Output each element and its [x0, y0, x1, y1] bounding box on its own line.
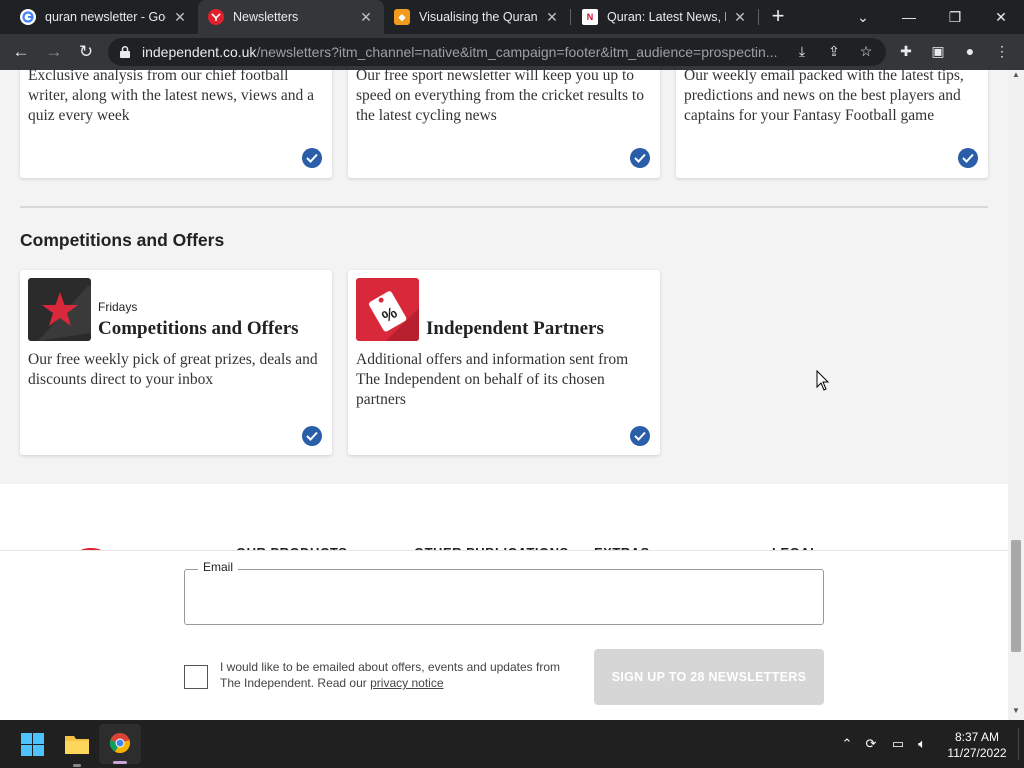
scroll-up-icon[interactable]: ▲	[1008, 70, 1024, 84]
card-title: Competitions and Offers	[98, 318, 299, 339]
tab-newsletters[interactable]: Newsletters ✕	[198, 0, 384, 34]
sign-up-button[interactable]: SIGN UP TO 28 NEWSLETTERS	[594, 649, 824, 705]
close-tab-icon[interactable]: ✕	[358, 9, 374, 26]
tab-visualising-quran[interactable]: ◆ Visualising the Quran | ✕	[384, 0, 570, 34]
url-host: independent.co.uk	[142, 44, 257, 60]
card-description: Our free weekly pick of great prizes, de…	[28, 351, 318, 388]
checked-icon[interactable]	[630, 426, 650, 446]
network-icon[interactable]: ▭	[889, 736, 907, 752]
volume-icon[interactable]: 🔈︎	[913, 736, 931, 752]
google-icon	[20, 9, 36, 25]
section-title: Competitions and Offers	[20, 230, 225, 250]
browser-toolbar: ← → ↻ independent.co.uk/newsletters?itm_…	[0, 34, 1024, 70]
card-description: Our free sport newsletter will keep you …	[356, 70, 644, 124]
tab-quran-latest-news[interactable]: N Quran: Latest News, Ph ✕	[572, 0, 758, 34]
independent-icon	[208, 9, 224, 25]
clock-time: 8:37 AM	[954, 730, 1000, 744]
competitions-thumbnail	[28, 278, 91, 341]
sync-icon[interactable]: ⟳	[862, 736, 880, 752]
show-desktop-button[interactable]	[1018, 728, 1019, 760]
address-bar[interactable]: independent.co.uk/newsletters?itm_channe…	[108, 38, 886, 66]
windows-start-icon[interactable]	[21, 733, 44, 756]
newsletter-signup-panel: Email I would like to be emailed about o…	[0, 550, 1008, 720]
card-description: Our weekly email packed with the latest …	[684, 70, 964, 124]
clock-date: 11/27/2022	[947, 746, 1007, 760]
page-content: Exclusive analysis from our chief footba…	[0, 70, 1008, 720]
newsletter-card[interactable]: Exclusive analysis from our chief footba…	[20, 70, 332, 178]
email-label: Email	[198, 560, 239, 574]
checked-icon[interactable]	[302, 426, 322, 446]
windows-taskbar: ⌃ ⟳ ▭ 🔈︎ 8:37 AM 11/27/2022	[0, 720, 1024, 768]
card-description: Additional offers and information sent f…	[356, 351, 629, 408]
newsletter-card-competitions[interactable]: Fridays Competitions and Offers Our free…	[20, 270, 332, 455]
tab-label: Quran: Latest News, Ph	[607, 10, 726, 24]
minimize-icon[interactable]: —	[886, 0, 932, 34]
newsletter-card-partners[interactable]: % Independent Partners Additional offers…	[348, 270, 660, 455]
tab-label: quran newsletter - Goo	[45, 10, 166, 24]
restore-icon[interactable]: ❐	[932, 0, 978, 34]
tab-bar: quran newsletter - Goo ✕ Newsletters ✕ ◆…	[0, 0, 1024, 34]
close-tab-icon[interactable]: ✕	[544, 9, 560, 26]
percent-tag-icon: %	[368, 291, 419, 341]
system-clock[interactable]: 8:37 AM 11/27/2022	[944, 729, 1010, 761]
email-field[interactable]	[184, 569, 824, 625]
card-description: Exclusive analysis from our chief footba…	[28, 70, 315, 124]
scroll-down-icon[interactable]: ▼	[1008, 706, 1024, 720]
privacy-notice-link[interactable]: privacy notice	[370, 676, 443, 690]
url-path: /newsletters?itm_channel=native&itm_camp…	[256, 44, 778, 60]
tab-google-search[interactable]: quran newsletter - Goo ✕	[10, 0, 198, 34]
newsletter-card[interactable]: Our weekly email packed with the latest …	[676, 70, 988, 178]
consent-text: I would like to be emailed about offers,…	[220, 659, 580, 691]
tab-label: Newsletters	[233, 10, 299, 24]
frequency-label: Fridays	[98, 300, 138, 314]
orange-site-icon: ◆	[394, 9, 410, 25]
install-icon[interactable]: ⤓	[792, 43, 812, 61]
tray-chevron-up-icon[interactable]: ⌃	[838, 736, 856, 752]
menu-kebab-icon[interactable]: ⋮	[992, 43, 1012, 61]
page-scrollbar[interactable]: ▲ ▼	[1008, 70, 1024, 720]
back-arrow-icon[interactable]: ←	[9, 40, 33, 64]
extensions-puzzle-icon[interactable]: ✚	[896, 43, 916, 61]
checked-icon[interactable]	[958, 148, 978, 168]
checked-icon[interactable]	[302, 148, 322, 168]
side-panel-icon[interactable]: ▣	[928, 43, 948, 61]
close-tab-icon[interactable]: ✕	[732, 9, 748, 26]
forward-arrow-icon[interactable]: →	[42, 40, 66, 64]
file-explorer-icon[interactable]	[64, 733, 90, 755]
consent-checkbox[interactable]	[184, 665, 208, 689]
checked-icon[interactable]	[630, 148, 650, 168]
running-indicator	[73, 764, 81, 767]
new-tab-icon[interactable]: +	[766, 5, 790, 29]
reload-icon[interactable]: ↻	[74, 40, 98, 64]
tab-label: Visualising the Quran |	[419, 10, 538, 24]
close-tab-icon[interactable]: ✕	[172, 9, 188, 26]
url-text: independent.co.uk/newsletters?itm_channe…	[142, 44, 782, 60]
active-indicator	[113, 761, 127, 764]
share-icon[interactable]: ⇪	[824, 43, 844, 61]
tab-separator	[570, 9, 571, 25]
star-icon	[38, 286, 91, 341]
mouse-cursor-icon	[816, 370, 830, 391]
tab-separator	[758, 9, 759, 25]
partners-thumbnail: %	[356, 278, 419, 341]
profile-icon[interactable]: ●	[960, 43, 980, 61]
n-site-icon: N	[582, 9, 598, 25]
lock-icon	[120, 45, 130, 58]
bookmark-star-icon[interactable]: ☆	[856, 43, 876, 61]
chrome-icon	[109, 733, 130, 754]
scroll-thumb[interactable]	[1011, 540, 1021, 652]
chrome-taskbar-button[interactable]	[99, 724, 141, 764]
section-divider	[20, 206, 988, 208]
card-title: Independent Partners	[426, 318, 604, 339]
close-window-icon[interactable]: ✕	[978, 0, 1024, 34]
newsletter-card[interactable]: Our free sport newsletter will keep you …	[348, 70, 660, 178]
tab-search-chevron-icon[interactable]: ⌄	[840, 0, 886, 34]
